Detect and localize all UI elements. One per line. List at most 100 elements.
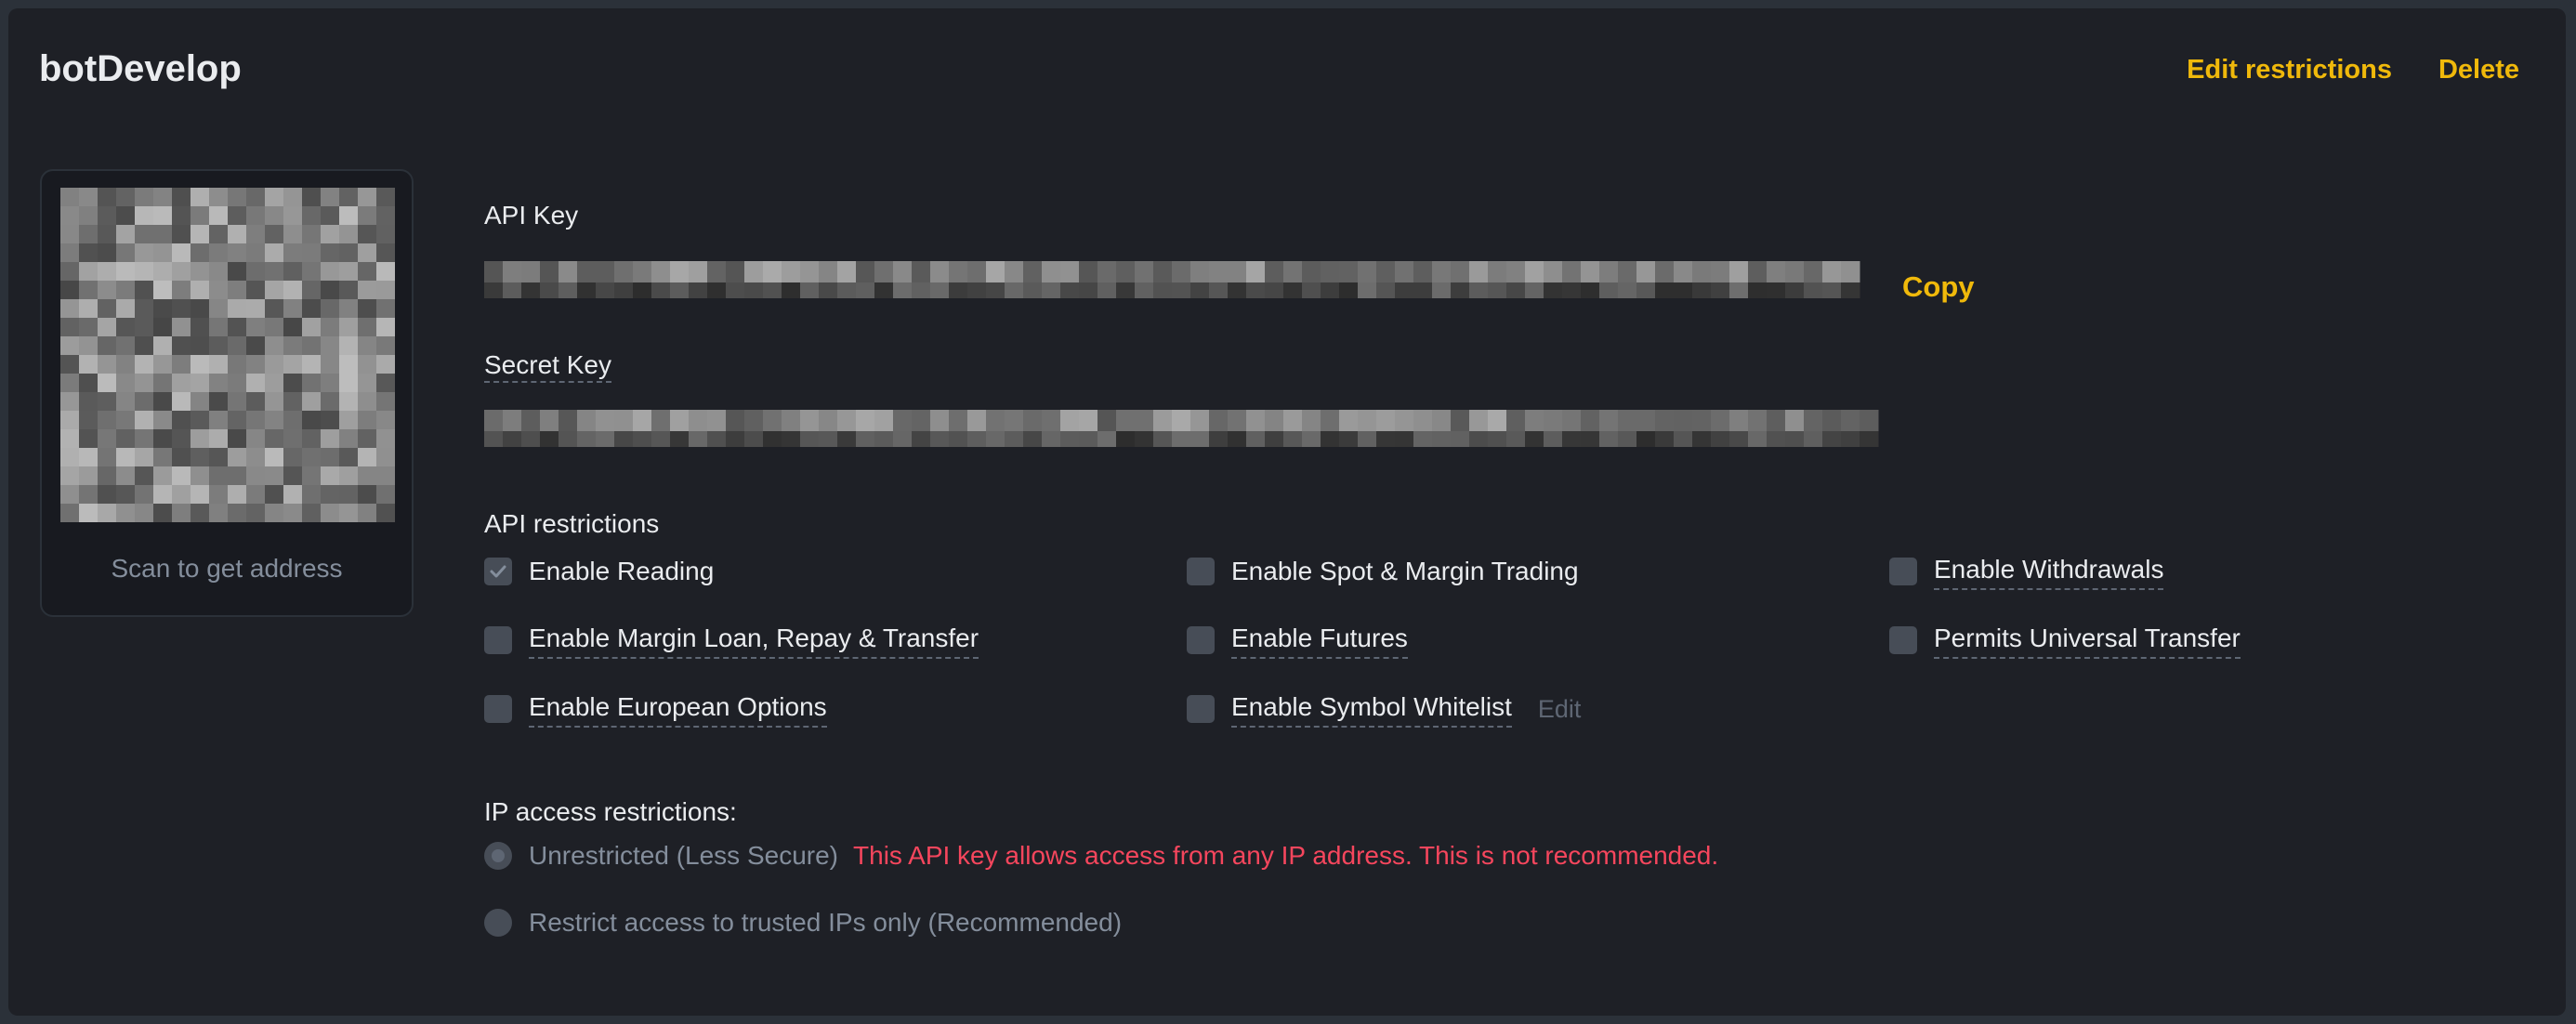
qr-pixel bbox=[339, 336, 359, 356]
unrestricted-radio[interactable]: Unrestricted (Less Secure) This API key … bbox=[484, 837, 1718, 874]
mask-pixel bbox=[1358, 261, 1377, 283]
qr-pixel bbox=[135, 281, 154, 300]
checkbox-box[interactable] bbox=[1187, 626, 1215, 654]
mask-pixel bbox=[1339, 431, 1359, 447]
radio-button[interactable] bbox=[484, 909, 512, 937]
qr-pixel bbox=[376, 374, 395, 393]
checkbox-box[interactable] bbox=[1187, 695, 1215, 723]
qr-pixel bbox=[339, 466, 359, 486]
delete-button[interactable]: Delete bbox=[2438, 51, 2519, 88]
qr-pixel bbox=[98, 504, 117, 522]
enable-symbol-whitelist-checkbox[interactable]: Enable Symbol Whitelist Edit bbox=[1187, 690, 1581, 728]
qr-pixel bbox=[228, 429, 247, 449]
mask-pixel bbox=[1116, 410, 1136, 432]
qr-pixel bbox=[376, 411, 395, 430]
qr-pixel bbox=[79, 281, 99, 300]
mask-pixel bbox=[577, 410, 597, 432]
edit-restrictions-button[interactable]: Edit restrictions bbox=[2187, 51, 2392, 88]
mask-pixel bbox=[1395, 261, 1414, 283]
qr-pixel bbox=[98, 262, 117, 282]
qr-pixel bbox=[98, 243, 117, 263]
checkbox-box[interactable] bbox=[484, 695, 512, 723]
mask-pixel bbox=[1618, 282, 1637, 298]
mask-pixel bbox=[1451, 410, 1470, 432]
qr-pixel bbox=[321, 411, 340, 430]
qr-pixel bbox=[98, 206, 117, 226]
qr-pixel bbox=[153, 262, 173, 282]
enable-european-options-checkbox[interactable]: Enable European Options bbox=[484, 690, 827, 728]
mask-pixel bbox=[800, 261, 820, 283]
mask-pixel bbox=[707, 410, 727, 432]
qr-pixel bbox=[376, 225, 395, 244]
qr-pixel bbox=[209, 206, 229, 226]
mask-pixel bbox=[1451, 282, 1470, 298]
qr-pixel bbox=[228, 466, 247, 486]
restrict-trusted-ips-radio[interactable]: Restrict access to trusted IPs only (Rec… bbox=[484, 904, 1122, 941]
qr-pixel bbox=[302, 411, 322, 430]
mask-pixel bbox=[1692, 410, 1712, 432]
checkbox-box[interactable] bbox=[484, 558, 512, 585]
qr-pixel bbox=[376, 188, 395, 207]
checkbox-box[interactable] bbox=[1187, 558, 1215, 585]
qr-pixel bbox=[283, 262, 303, 282]
qr-pixel bbox=[98, 429, 117, 449]
qr-pixel bbox=[153, 355, 173, 374]
qr-pixel bbox=[60, 206, 80, 226]
qr-pixel bbox=[302, 318, 322, 337]
qr-pixel bbox=[228, 243, 247, 263]
mask-pixel bbox=[967, 410, 987, 432]
qr-pixel bbox=[60, 485, 80, 505]
copy-api-key-button[interactable]: Copy bbox=[1902, 267, 1975, 308]
qr-pixel bbox=[339, 355, 359, 374]
enable-futures-checkbox[interactable]: Enable Futures bbox=[1187, 622, 1408, 659]
enable-spot-margin-trading-checkbox[interactable]: Enable Spot & Margin Trading bbox=[1187, 553, 1579, 590]
checkbox-box[interactable] bbox=[1889, 558, 1917, 585]
mask-pixel bbox=[1544, 431, 1563, 447]
permits-universal-transfer-checkbox[interactable]: Permits Universal Transfer bbox=[1889, 622, 2241, 659]
mask-pixel bbox=[1841, 431, 1860, 447]
mask-pixel bbox=[1599, 410, 1619, 432]
qr-pixel bbox=[135, 225, 154, 244]
checkbox-box[interactable] bbox=[484, 626, 512, 654]
mask-pixel bbox=[949, 261, 968, 283]
mask-pixel bbox=[1581, 282, 1600, 298]
mask-pixel bbox=[1432, 410, 1452, 432]
qr-pixel bbox=[135, 336, 154, 356]
mask-pixel bbox=[484, 261, 504, 283]
radio-button[interactable] bbox=[484, 842, 512, 870]
qr-pixel bbox=[135, 411, 154, 430]
qr-pixel bbox=[153, 318, 173, 337]
enable-margin-loan-checkbox[interactable]: Enable Margin Loan, Repay & Transfer bbox=[484, 622, 979, 659]
qr-pixel bbox=[358, 374, 377, 393]
mask-pixel bbox=[1246, 410, 1266, 432]
qr-pixel bbox=[79, 411, 99, 430]
qr-pixel bbox=[79, 466, 99, 486]
mask-pixel bbox=[689, 431, 708, 447]
enable-reading-checkbox[interactable]: Enable Reading bbox=[484, 553, 714, 590]
edit-whitelist-button[interactable]: Edit bbox=[1538, 692, 1582, 726]
qr-pixel bbox=[153, 466, 173, 486]
enable-withdrawals-checkbox[interactable]: Enable Withdrawals bbox=[1889, 553, 2164, 590]
qr-pixel bbox=[191, 374, 210, 393]
checkbox-box[interactable] bbox=[1889, 626, 1917, 654]
mask-pixel bbox=[689, 410, 708, 432]
qr-pixel bbox=[283, 336, 303, 356]
mask-pixel bbox=[559, 410, 578, 432]
qr-pixel bbox=[321, 374, 340, 393]
qr-pixel bbox=[283, 299, 303, 319]
mask-pixel bbox=[1729, 431, 1749, 447]
qr-pixel bbox=[283, 448, 303, 467]
mask-pixel bbox=[856, 410, 875, 432]
mask-pixel bbox=[1674, 261, 1693, 283]
qr-pixel bbox=[321, 262, 340, 282]
qr-pixel bbox=[339, 411, 359, 430]
mask-pixel bbox=[707, 431, 727, 447]
qr-pixel bbox=[172, 281, 191, 300]
qr-pixel bbox=[228, 188, 247, 207]
qr-pixel bbox=[98, 485, 117, 505]
qr-pixel bbox=[246, 392, 266, 412]
mask-pixel bbox=[874, 282, 894, 298]
qr-pixel bbox=[321, 466, 340, 486]
mask-pixel bbox=[1692, 282, 1712, 298]
qr-pixel bbox=[98, 336, 117, 356]
